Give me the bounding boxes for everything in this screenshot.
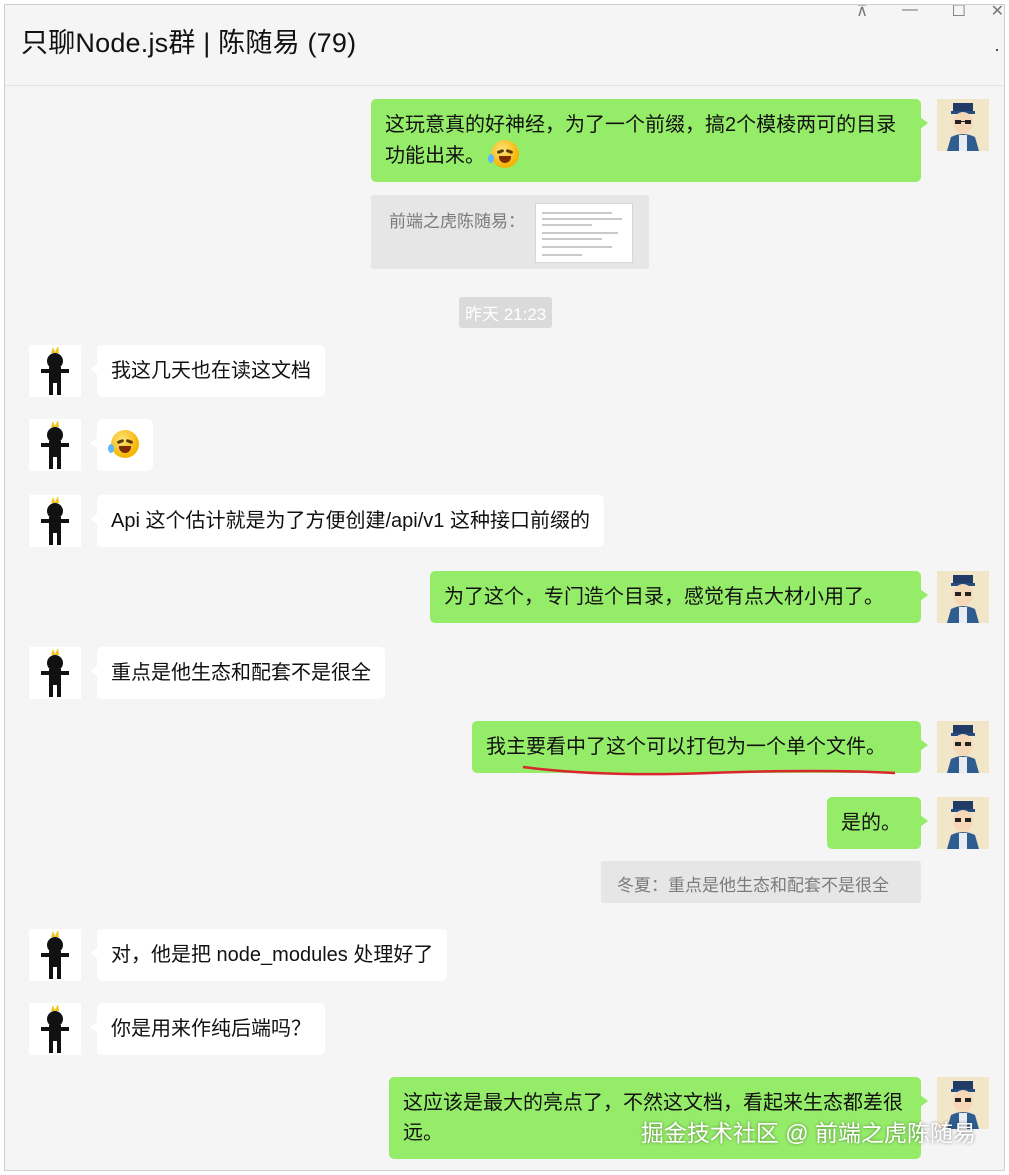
message-text: Api 这个估计就是为了方便创建/api/v1 这种接口前缀的 xyxy=(111,510,590,532)
quote-text: 冬夏：重点是他生态和配套不是很全 xyxy=(617,876,889,895)
self-avatar[interactable] xyxy=(937,571,989,623)
other-avatar[interactable] xyxy=(29,345,81,397)
ninja-avatar-icon xyxy=(41,420,69,469)
ninja-avatar-icon xyxy=(41,1004,69,1053)
screenshot-thumbnail[interactable] xyxy=(535,203,633,263)
message-bubble-other[interactable]: 你是用来作纯后端吗？ xyxy=(90,1003,325,1055)
self-avatar[interactable] xyxy=(937,721,989,773)
ninja-avatar-icon xyxy=(41,496,69,545)
chat-title: 只聊Node.js群 | 陈随易 (79) xyxy=(21,28,357,58)
watermark: 掘金技术社区 @ 前端之虎陈随易 xyxy=(640,1120,976,1146)
other-avatar[interactable] xyxy=(29,929,81,981)
message-bubble-other[interactable]: 对，他是把 node_modules 处理好了 xyxy=(89,929,448,981)
other-avatar[interactable] xyxy=(29,495,81,547)
timestamp-badge: 昨天 21:23 xyxy=(459,297,553,328)
more-options-icon[interactable]: · xyxy=(994,39,1000,60)
red-underline-annotation xyxy=(522,765,896,776)
ninja-avatar-icon xyxy=(41,648,69,697)
message-text: 我这几天也在读这文档 xyxy=(111,360,311,382)
message-text: 为了这个，专门造个目录，感觉有点大材小用了。 xyxy=(444,586,884,608)
close-icon[interactable]: ✕ xyxy=(991,5,1004,21)
message-text: 你是用来作纯后端吗？ xyxy=(111,1018,311,1040)
minimize-icon[interactable]: — xyxy=(902,5,918,19)
programmer-avatar-icon xyxy=(937,797,989,849)
message-bubble-self[interactable]: 这玩意真的好神经，为了一个前缀，搞2个模棱两可的目录功能出来。 xyxy=(371,99,928,182)
self-avatar[interactable] xyxy=(937,797,989,849)
chat-window: 只聊Node.js群 | 陈随易 (79) ⊼ — ☐ ✕ · 这玩意真的好神经… xyxy=(4,4,1005,1171)
other-avatar[interactable] xyxy=(29,647,81,699)
message-text: 重点是他生态和配套不是很全 xyxy=(111,662,371,684)
other-avatar[interactable] xyxy=(29,1003,81,1055)
pin-icon[interactable]: ⊼ xyxy=(856,5,868,21)
title-bar: 只聊Node.js群 | 陈随易 (79) ⊼ — ☐ ✕ · xyxy=(5,5,1004,86)
programmer-avatar-icon xyxy=(937,571,989,623)
laugh-cry-emoji-icon xyxy=(108,430,139,458)
message-bubble-other[interactable]: 我这几天也在读这文档 xyxy=(90,345,325,397)
laugh-cry-emoji-icon xyxy=(487,140,519,168)
other-avatar[interactable] xyxy=(29,419,81,471)
programmer-avatar-icon xyxy=(937,99,989,151)
programmer-avatar-icon xyxy=(937,721,989,773)
ninja-avatar-icon xyxy=(41,930,69,979)
ninja-avatar-icon xyxy=(41,346,69,395)
self-avatar[interactable] xyxy=(937,99,989,151)
message-text: 是的。 xyxy=(841,812,901,834)
message-bubble-other[interactable]: 重点是他生态和配套不是很全 xyxy=(90,647,385,699)
quote-text: 前端之虎陈随易： xyxy=(389,212,525,231)
message-bubble-self[interactable]: 是的。 xyxy=(827,797,928,849)
maximize-icon[interactable]: ☐ xyxy=(952,5,966,21)
message-bubble-self[interactable]: 为了这个，专门造个目录，感觉有点大材小用了。 xyxy=(430,571,928,623)
message-text: 这玩意真的好神经，为了一个前缀，搞2个模棱两可的目录功能出来。 xyxy=(385,114,897,167)
message-text: 我主要看中了这个可以打包为一个单个文件。 xyxy=(486,736,886,758)
message-bubble-other[interactable]: Api 这个估计就是为了方便创建/api/v1 这种接口前缀的 xyxy=(90,495,604,547)
quoted-message[interactable]: 冬夏：重点是他生态和配套不是很全 xyxy=(601,861,921,903)
message-text: 对，他是把 node_modules 处理好了 xyxy=(111,944,434,966)
message-bubble-other[interactable] xyxy=(90,419,153,471)
quoted-message[interactable]: 前端之虎陈随易： xyxy=(371,195,649,269)
